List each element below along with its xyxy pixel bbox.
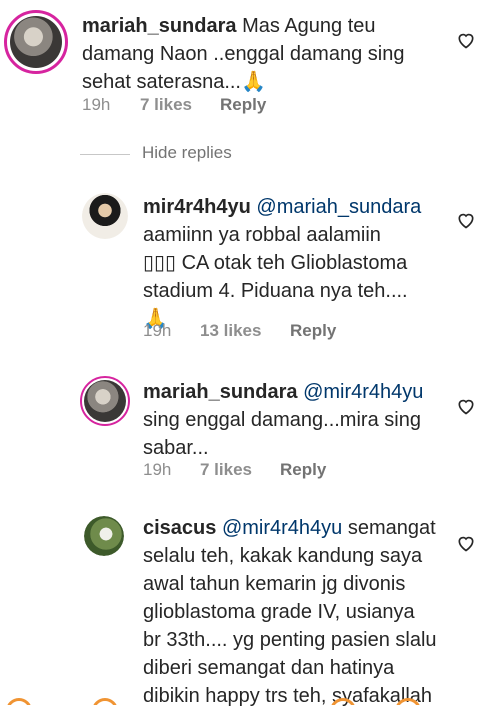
timestamp: 19h	[82, 95, 111, 114]
heart-outline-icon[interactable]	[456, 396, 476, 416]
divider	[80, 154, 130, 155]
avatar[interactable]	[82, 193, 128, 239]
comment-line: ▯▯▯ CA otak teh Glioblastoma	[143, 252, 408, 274]
avatar[interactable]	[84, 516, 124, 556]
reply-button[interactable]: Reply	[290, 321, 336, 341]
mention-link[interactable]: @mir4r4h4yu	[303, 381, 423, 403]
emoji-button[interactable]	[330, 698, 356, 705]
comment-meta: 19h 7 likes Reply	[82, 95, 382, 117]
comment-line: aamiinn ya robbal aalamiin	[143, 224, 381, 246]
mention-link[interactable]: @mir4r4h4yu	[222, 517, 342, 539]
timestamp: 19h	[143, 460, 172, 479]
comment-text: mariah_sundara @mir4r4h4yu sing enggal d…	[143, 378, 443, 462]
comment-line: selalu teh, kakak kandung saya	[143, 545, 423, 567]
hide-replies-label: Hide replies	[142, 143, 232, 162]
timestamp: 19h	[143, 321, 172, 340]
reply-button[interactable]: Reply	[280, 460, 326, 480]
mention-link[interactable]: @mariah_sundara	[256, 196, 421, 218]
avatar[interactable]	[80, 376, 130, 426]
emoji-reaction-bar	[0, 690, 500, 705]
comment-line: Mas Agung teu	[242, 15, 376, 37]
emoji-button[interactable]	[6, 698, 32, 705]
likes-count[interactable]: 7 likes	[140, 95, 192, 115]
comment-line: semangat	[347, 517, 436, 539]
username[interactable]: mariah_sundara	[82, 15, 237, 37]
username[interactable]: mir4r4h4yu	[143, 196, 251, 218]
comment-meta: 19h 13 likes Reply	[143, 321, 443, 343]
comment-text: mariah_sundara Mas Agung teu damang Naon…	[82, 12, 452, 96]
comment-meta: 19h 7 likes Reply	[143, 460, 443, 482]
comment-line: awal tahun kemarin jg divonis	[143, 573, 406, 595]
comment-line: br 33th.... yg penting pasien slalu	[143, 629, 437, 651]
reply-button[interactable]: Reply	[220, 95, 266, 115]
emoji-button[interactable]	[395, 698, 421, 705]
comment-line: glioblastoma grade IV, usianya	[143, 601, 415, 623]
comment-line: sing enggal damang...mira sing	[143, 409, 421, 431]
reply-mariah-sundara: mariah_sundara @mir4r4h4yu sing enggal d…	[0, 372, 500, 492]
comment-text: mir4r4h4yu @mariah_sundara aamiinn ya ro…	[143, 193, 443, 333]
reply-mir4r4h4yu: mir4r4h4yu @mariah_sundara aamiinn ya ro…	[0, 185, 500, 350]
comment-line: sabar...	[143, 437, 209, 459]
comment-line: sehat saterasna...🙏	[82, 71, 266, 93]
avatar[interactable]	[4, 10, 68, 74]
comment-line: diberi semangat dan hatinya	[143, 657, 395, 679]
comment-text: cisacus @mir4r4h4yu semangat selalu teh,…	[143, 514, 473, 710]
heart-outline-icon[interactable]	[456, 210, 476, 230]
comment-mariah-1: mariah_sundara Mas Agung teu damang Naon…	[0, 0, 500, 130]
username[interactable]: cisacus	[143, 517, 216, 539]
emoji-button[interactable]	[92, 698, 118, 705]
reply-cisacus: cisacus @mir4r4h4yu semangat selalu teh,…	[0, 508, 500, 707]
heart-outline-icon[interactable]	[456, 30, 476, 50]
comment-line: damang Naon ..enggal damang sing	[82, 43, 405, 65]
username[interactable]: mariah_sundara	[143, 381, 298, 403]
comment-line: stadium 4. Piduana nya teh....	[143, 280, 408, 302]
likes-count[interactable]: 7 likes	[200, 460, 252, 480]
likes-count[interactable]: 13 likes	[200, 321, 261, 341]
heart-outline-icon[interactable]	[456, 533, 476, 553]
